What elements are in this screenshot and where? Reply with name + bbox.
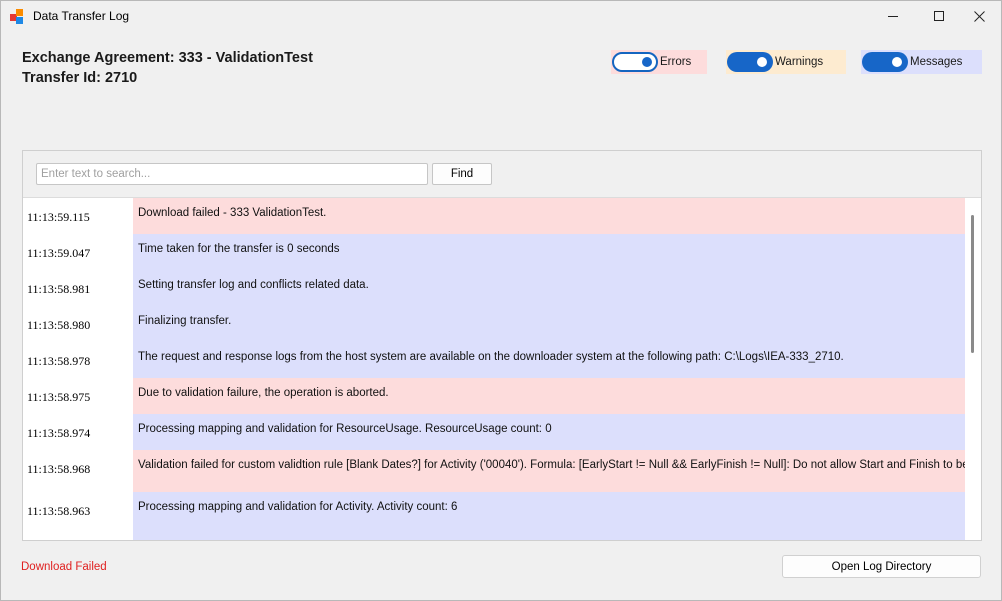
log-row[interactable]: 11:13:58.978 The request and response log…: [23, 342, 965, 378]
agreement-title: Exchange Agreement: 333 - ValidationTest: [22, 50, 313, 66]
log-row[interactable]: 11:13:58.980 Finalizing transfer.: [23, 306, 965, 342]
log-row[interactable]: 11:13:58.963 Processing mapping and valid…: [23, 492, 965, 540]
log-panel: Find 11:13:59.115Download failed - 333 V…: [22, 150, 982, 541]
maximize-icon: [933, 10, 944, 21]
log-timestamp: 11:13:58.980: [23, 306, 133, 342]
errors-filter[interactable]: Errors: [611, 50, 707, 74]
warnings-toggle[interactable]: [727, 52, 773, 72]
log-list[interactable]: 11:13:59.115 Download failed - 333 Valida…: [23, 198, 965, 540]
minimize-icon: [887, 15, 898, 17]
find-button[interactable]: Find: [432, 163, 492, 185]
log-message: Download failed - 333 ValidationTest.: [133, 198, 965, 234]
log-timestamp: 11:13:59.115: [23, 198, 133, 234]
data-transfer-log-window: Data Transfer Log Exchange Agreement: 33…: [0, 0, 1002, 601]
log-message: Due to validation failure, the operation…: [133, 378, 965, 414]
minimize-button[interactable]: [870, 1, 916, 31]
log-row[interactable]: 11:13:58.975 Due to validation failure, t…: [23, 378, 965, 414]
close-icon: [973, 10, 985, 22]
log-timestamp: 11:13:58.968: [23, 450, 133, 492]
log-message: Time taken for the transfer is 0 seconds: [133, 234, 965, 270]
log-message: Validation failed for custom validtion r…: [133, 450, 965, 492]
search-input[interactable]: [36, 163, 428, 185]
log-row[interactable]: 11:13:58.981 Setting transfer log and con…: [23, 270, 965, 306]
log-timestamp: 11:13:58.978: [23, 342, 133, 378]
log-row[interactable]: 11:13:58.974 Processing mapping and valid…: [23, 414, 965, 450]
log-message: Processing mapping and validation for Ac…: [133, 492, 965, 540]
log-timestamp: 11:13:59.047: [23, 234, 133, 270]
title-bar[interactable]: Data Transfer Log: [1, 1, 1001, 31]
log-message: Processing mapping and validation for Re…: [133, 414, 965, 450]
log-message: Finalizing transfer.: [133, 306, 965, 342]
warnings-filter[interactable]: Warnings: [726, 50, 846, 74]
log-message: Setting transfer log and conflicts relat…: [133, 270, 965, 306]
log-timestamp: 11:13:58.963: [23, 492, 133, 540]
messages-toggle[interactable]: [862, 52, 908, 72]
log-row[interactable]: 11:13:58.968 Validation failed for custom…: [23, 450, 965, 492]
log-timestamp: 11:13:58.974: [23, 414, 133, 450]
errors-toggle[interactable]: [612, 52, 658, 72]
status-text: Download Failed: [21, 561, 107, 573]
app-icon: [10, 9, 26, 25]
log-row[interactable]: 11:13:59.115 Download failed - 333 Valida…: [23, 198, 965, 234]
search-bar: Find: [23, 151, 981, 198]
open-log-directory-button[interactable]: Open Log Directory: [782, 555, 981, 578]
log-message: The request and response logs from the h…: [133, 342, 965, 378]
log-scrollbar[interactable]: [967, 198, 981, 540]
toggle-knob: [892, 57, 902, 67]
close-button[interactable]: [956, 1, 1002, 31]
toggle-knob: [757, 57, 767, 67]
transfer-id: Transfer Id: 2710: [22, 70, 138, 86]
log-timestamp: 11:13:58.981: [23, 270, 133, 306]
window-title: Data Transfer Log: [33, 9, 130, 23]
log-timestamp: 11:13:58.975: [23, 378, 133, 414]
toggle-knob: [642, 57, 652, 67]
messages-filter-label: Messages: [910, 56, 963, 68]
scroll-thumb[interactable]: [971, 215, 974, 353]
messages-filter[interactable]: Messages: [861, 50, 982, 74]
warnings-filter-label: Warnings: [775, 56, 824, 68]
log-row[interactable]: 11:13:59.047 Time taken for the transfer …: [23, 234, 965, 270]
errors-filter-label: Errors: [660, 56, 692, 68]
